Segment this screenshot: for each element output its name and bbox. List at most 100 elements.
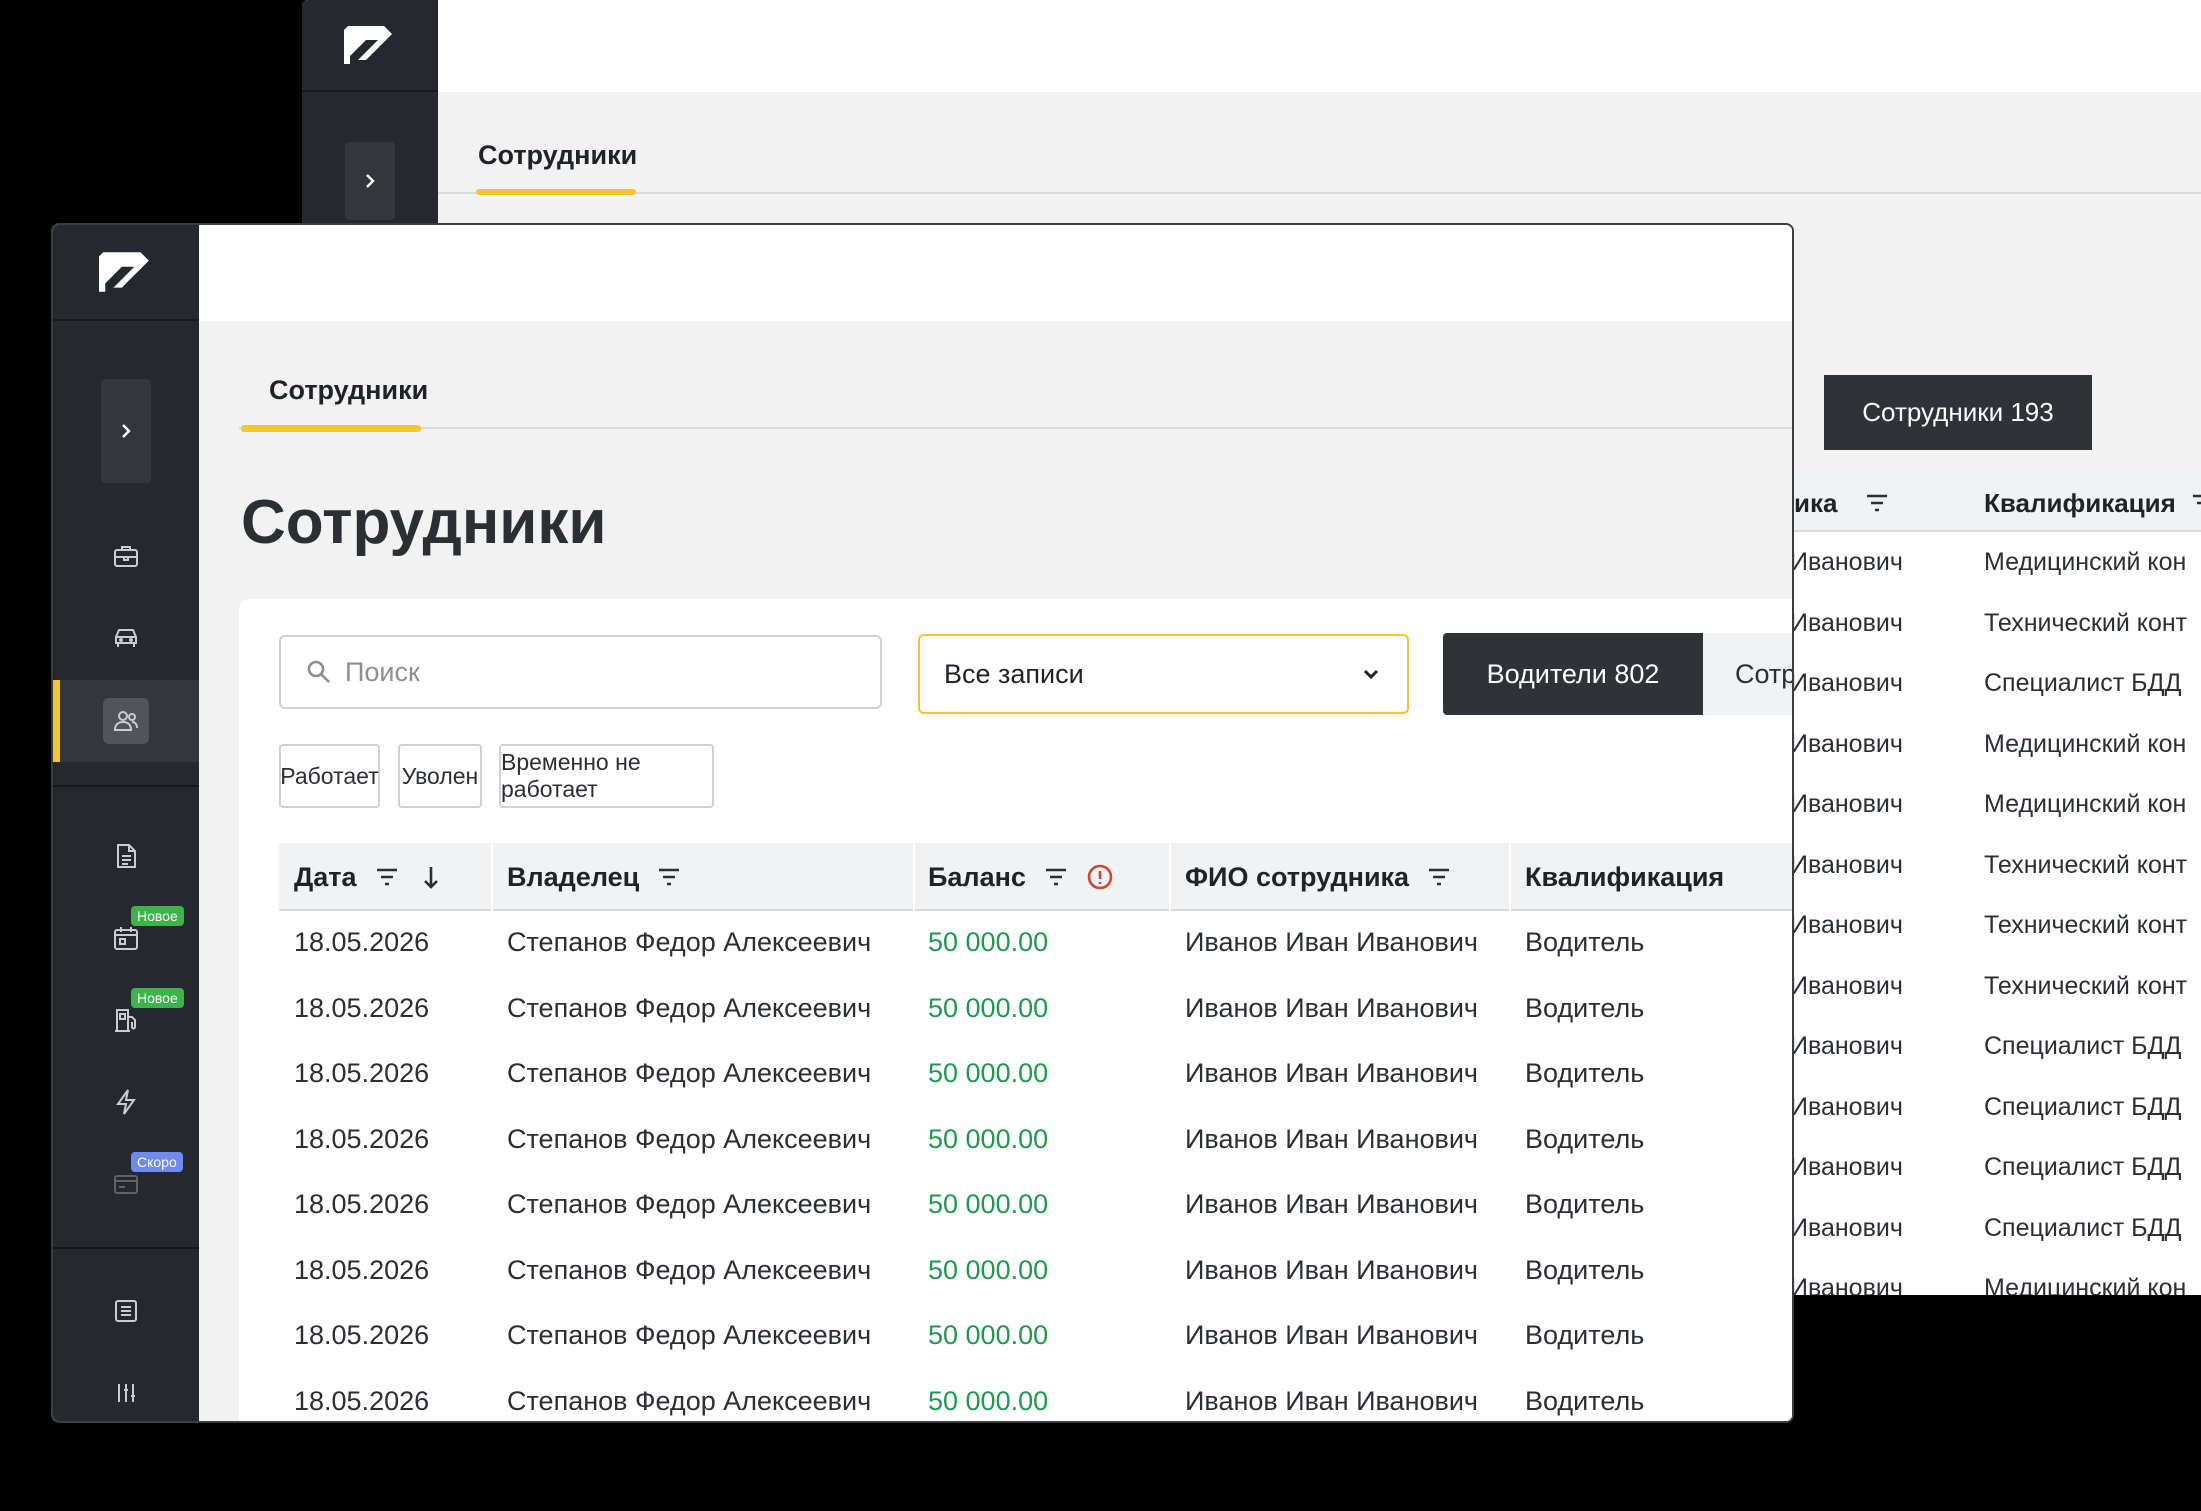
columns-icon [118,1384,135,1402]
cell-balance: 50 000.00 [928,1320,1049,1350]
back-table-row[interactable]: Иванович Медицинский кон [1794,714,2201,775]
segment-drivers[interactable]: Водители 802 [1443,633,1703,715]
back-table-row[interactable]: Иванович Технический конт [1794,895,2201,956]
status-chip-temp-inactive[interactable]: Временно не работает [499,744,714,808]
search-input[interactable] [345,656,845,688]
back-table-row[interactable]: Иванович Медицинский кон [1794,1258,2201,1295]
status-chip-working[interactable]: Работает [279,744,380,808]
back-cell-name: Иванович [1794,608,1903,637]
back-tab-employees[interactable]: Сотрудники [478,140,637,171]
segment-control: Водители 802 Сотрудники [1443,633,1792,715]
col-date-label: Дата [294,861,357,892]
sidebar-item-energy[interactable] [53,1061,199,1143]
cell-employee: Иванов Иван Иванович [1185,992,1478,1023]
col-qualification[interactable]: Квалификация [1525,843,1724,911]
column-divider [1509,843,1511,911]
segment-employees[interactable]: Сотрудники [1703,633,1792,715]
cell-balance: 50 000.00 [928,1385,1049,1416]
tab-indicator [241,425,421,432]
search-field[interactable] [279,635,882,709]
table-row[interactable]: 18.05.2026 Степанов Федор Алексеевич 50 00… [279,1108,1792,1174]
back-table: ика Квалификация Иванович Медицинский кон… [1794,470,2201,1295]
filter-icon[interactable] [655,863,683,891]
table-row[interactable]: 18.05.2026 Степанов Федор Алексеевич 50 00… [279,1042,1792,1108]
table-row[interactable]: 18.05.2026 Степанов Федор Алексеевич 50 00… [279,911,1792,977]
table-row[interactable]: 18.05.2026 Степанов Федор Алексеевич 50 00… [279,1239,1792,1305]
back-cell-name: Иванович [1794,669,1903,697]
content-card: Все записи Водители 802 Сотрудники Работ… [239,599,1792,1422]
back-topbar [438,0,2201,92]
filter-icon[interactable] [373,863,401,891]
table-row[interactable]: 18.05.2026 Степанов Федор Алексеевич 50 00… [279,1304,1792,1370]
col-owner[interactable]: Владелец [507,843,683,911]
back-cell-qualification: Специалист БДД [1984,1153,2182,1181]
sidebar-item-columns[interactable] [53,1352,199,1421]
back-table-row[interactable]: Иванович Технический конт [1794,593,2201,654]
new-badge: Новое [131,906,184,926]
filter-icon[interactable] [1425,863,1453,891]
fuel-icon [115,1009,136,1032]
back-table-row[interactable]: Иванович Медицинский кон [1794,532,2201,593]
main-window: Новое Новое Скоро Сотрудники Сотрудники … [51,223,1794,1423]
col-employee[interactable]: ФИО сотрудника [1185,843,1453,911]
back-sidebar-toggle[interactable] [345,142,395,220]
back-table-row[interactable]: Иванович Специалист БДД [1794,1198,2201,1259]
sidebar-item-employees[interactable] [53,680,199,762]
tab-employees[interactable]: Сотрудники [269,375,428,406]
back-col-header: ика [1794,488,1838,518]
filter-icon[interactable] [1042,863,1070,891]
sidebar-item-list[interactable] [53,1270,199,1352]
info-warning-icon[interactable] [1086,863,1114,891]
tabs: Сотрудники [199,321,1792,432]
cell-owner: Степанов Федор Алексеевич [507,1385,872,1416]
table-row[interactable]: 18.05.2026 Степанов Федор Алексеевич 50 00… [279,1173,1792,1239]
filter-icon[interactable] [1864,490,1890,516]
cell-date: 18.05.2026 [294,1189,430,1219]
back-table-row[interactable]: Иванович Специалист БДД [1794,1016,2201,1077]
cell-date: 18.05.2026 [294,1123,430,1154]
cell-qualification: Водитель [1525,1385,1645,1416]
sort-down-icon[interactable] [417,863,445,891]
back-col-header: Квалификация [1984,488,2176,518]
cell-date: 18.05.2026 [294,1385,430,1416]
back-cell-qualification: Технический конт [1984,911,2188,939]
document-icon [117,844,136,868]
cell-owner: Степанов Федор Алексеевич [507,1058,872,1088]
sidebar-divider [53,1247,199,1249]
sidebar-item-briefcase[interactable] [53,515,199,597]
sidebar-toggle[interactable] [101,379,151,483]
cell-date: 18.05.2026 [294,1320,430,1350]
filter-icon[interactable] [2190,490,2201,516]
column-divider [913,843,915,911]
col-balance-label: Баланс [928,861,1026,892]
back-cell-name: Иванович [1794,1092,1903,1121]
cell-employee: Иванов Иван Иванович [1185,1058,1478,1088]
topbar [199,225,1792,321]
back-segment-employees[interactable]: Сотрудники 193 [1824,375,2092,450]
status-chip-fired[interactable]: Уволен [398,744,482,808]
sidebar-item-calendar[interactable]: Новое [53,897,199,979]
sidebar-item-vehicles[interactable] [53,597,199,679]
back-table-row[interactable]: Иванович Специалист БДД [1794,1077,2201,1138]
records-select[interactable]: Все записи [918,634,1409,714]
back-table-row[interactable]: Иванович Специалист БДД [1794,653,2201,714]
back-cell-qualification: Технический конт [1984,608,2188,637]
col-balance[interactable]: Баланс [928,843,1114,911]
card-icon [114,1175,138,1194]
chevron-right-icon [122,424,131,438]
new-badge: Новое [131,988,184,1008]
back-cell-name: Иванович [1794,1032,1903,1060]
back-table-row[interactable]: Иванович Специалист БДД [1794,1137,2201,1198]
back-table-row[interactable]: Иванович Медицинский кон [1794,774,2201,835]
sidebar-item-fuel[interactable]: Новое [53,979,199,1061]
back-table-row[interactable]: Иванович Технический конт [1794,956,2201,1017]
logo[interactable] [53,225,199,321]
sidebar-item-documents[interactable] [53,815,199,897]
back-table-row[interactable]: Иванович Технический конт [1794,835,2201,896]
table-row[interactable]: 18.05.2026 Степанов Федор Алексеевич 50 00… [279,1370,1792,1422]
search-icon [307,660,330,683]
col-qualification-label: Квалификация [1525,861,1725,892]
col-date[interactable]: Дата [294,843,445,911]
cell-qualification: Водитель [1525,1189,1645,1219]
table-row[interactable]: 18.05.2026 Степанов Федор Алексеевич 50 00… [279,977,1792,1043]
